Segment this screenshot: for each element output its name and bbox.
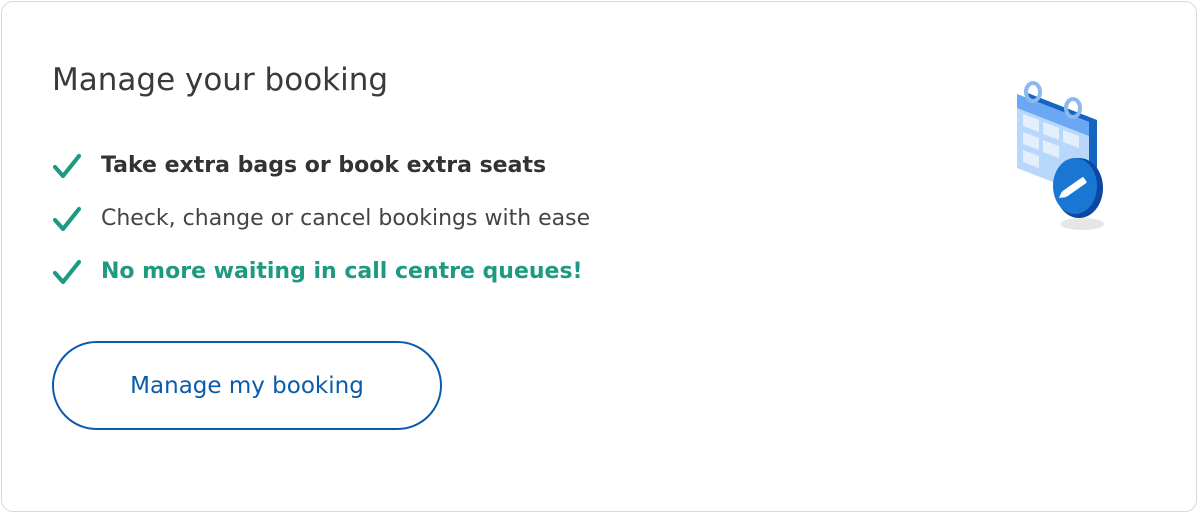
feature-item: Check, change or cancel bookings with ea… — [52, 199, 590, 239]
feature-text: Take extra bags or book extra seats — [101, 153, 547, 178]
manage-booking-card: Manage your booking Take extra bags or b… — [1, 1, 1197, 512]
feature-text: Check, change or cancel bookings with ea… — [101, 206, 591, 231]
check-icon — [52, 206, 82, 232]
card-title: Manage your booking — [52, 62, 389, 98]
feature-item: No more waiting in call centre queues! — [52, 252, 590, 292]
feature-item: Take extra bags or book extra seats — [52, 146, 590, 186]
feature-list: Take extra bags or book extra seats Chec… — [52, 146, 590, 305]
check-icon — [52, 153, 82, 179]
manage-my-booking-button[interactable]: Manage my booking — [52, 341, 442, 430]
calendar-edit-icon — [1017, 81, 1104, 230]
check-icon — [52, 259, 82, 285]
feature-text: No more waiting in call centre queues! — [101, 259, 583, 284]
